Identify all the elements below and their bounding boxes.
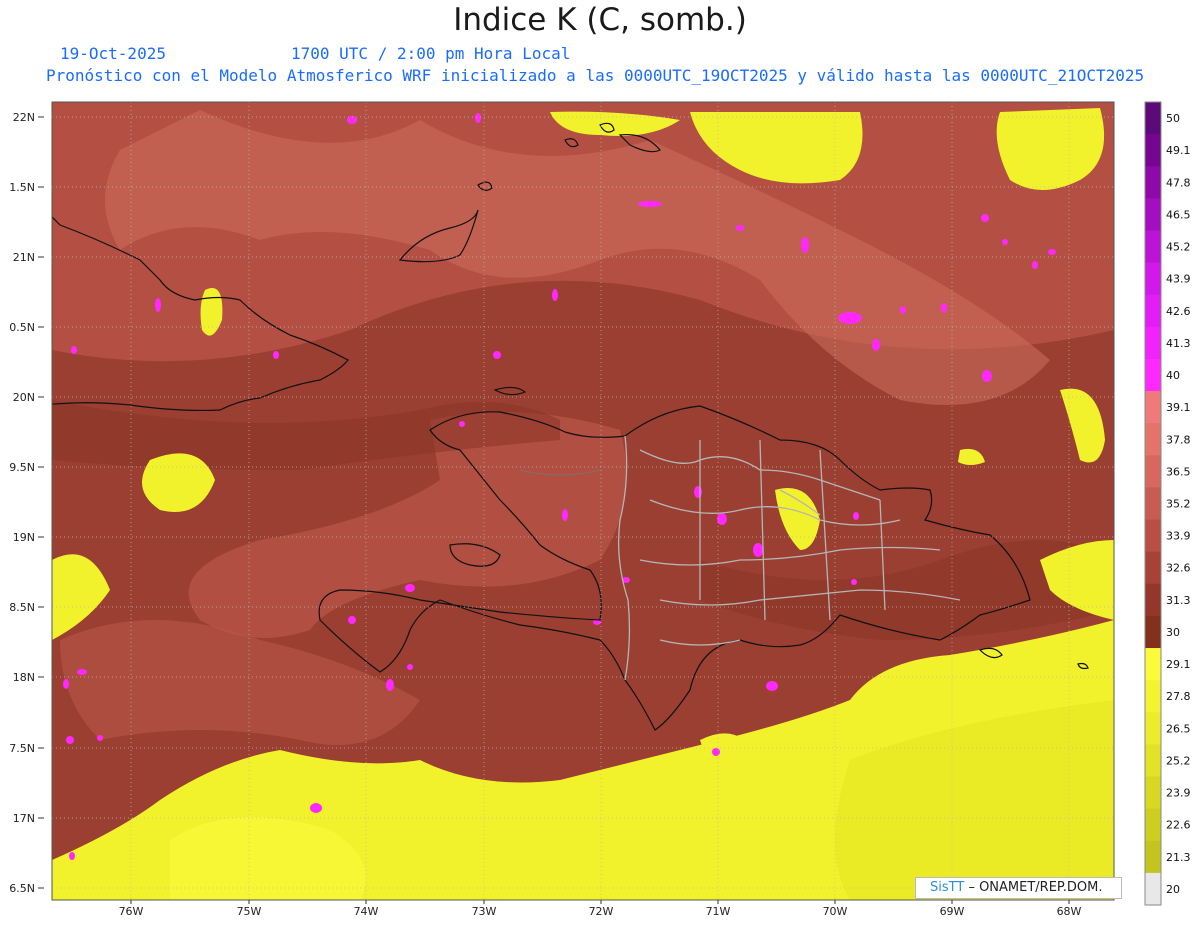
credit-text: – ONAMET/REP.DOM. xyxy=(968,880,1103,895)
colorbar: 50 49.1 47.8 46.5 45.2 43.9 42.6 41.3 40 39.1 37.8… xyxy=(1144,101,1191,906)
k-index-map: 22N 1.5N 21N 0.5N 20N 9.5N 19N 8.5N 18N … xyxy=(9,101,1191,918)
colorbar-label: 23.9 xyxy=(1166,787,1191,800)
lon-label: 75W xyxy=(237,905,262,918)
colorbar-swatch xyxy=(1145,808,1161,842)
map-field xyxy=(52,102,1114,900)
colorbar-swatch xyxy=(1145,358,1161,392)
colorbar-swatch xyxy=(1145,102,1161,135)
colorbar-swatch xyxy=(1145,391,1161,424)
lon-ticks xyxy=(130,900,1070,904)
colorbar-swatch xyxy=(1145,166,1161,199)
lat-label: 22N xyxy=(13,111,35,124)
colorbar-label: 27.8 xyxy=(1166,690,1191,703)
sistt-logo: SisTT xyxy=(930,880,965,895)
colorbar-label: 46.5 xyxy=(1166,208,1191,221)
colorbar-swatch xyxy=(1145,615,1161,649)
colorbar-label: 30 xyxy=(1166,626,1180,639)
lat-label: 7.5N xyxy=(9,742,35,755)
colorbar-label: 37.8 xyxy=(1166,433,1191,446)
lat-label: 9.5N xyxy=(9,461,35,474)
lon-label: 76W xyxy=(119,905,144,918)
colorbar-swatch xyxy=(1145,583,1161,617)
lat-axis: 22N 1.5N 21N 0.5N 20N 9.5N 19N 8.5N 18N … xyxy=(9,111,35,895)
lon-label: 69W xyxy=(940,905,965,918)
colorbar-label: 35.2 xyxy=(1166,498,1191,511)
colorbar-label: 26.5 xyxy=(1166,722,1191,735)
colorbar-label: 41.3 xyxy=(1166,337,1191,350)
colorbar-swatch xyxy=(1145,423,1161,456)
lon-label: 70W xyxy=(823,905,848,918)
colorbar-label: 50 xyxy=(1166,112,1180,125)
lat-label: 20N xyxy=(13,391,35,404)
lon-label: 72W xyxy=(589,905,614,918)
colorbar-label: 29.1 xyxy=(1166,658,1191,671)
lon-label: 73W xyxy=(472,905,497,918)
colorbar-swatch xyxy=(1145,872,1161,906)
lat-label: 0.5N xyxy=(9,321,35,334)
lat-label: 8.5N xyxy=(9,601,35,614)
colorbar-label: 25.2 xyxy=(1166,754,1191,767)
colorbar-swatch xyxy=(1145,294,1161,328)
colorbar-label: 33.9 xyxy=(1166,530,1191,543)
colorbar-label: 47.8 xyxy=(1166,176,1191,189)
colorbar-swatch xyxy=(1145,198,1161,231)
colorbar-swatch xyxy=(1145,230,1161,264)
colorbar-swatch xyxy=(1145,455,1161,488)
colorbar-label: 42.6 xyxy=(1166,305,1191,318)
colorbar-swatch xyxy=(1145,744,1161,778)
lat-label: 21N xyxy=(13,251,35,264)
credit-box: SisTT – ONAMET/REP.DOM. xyxy=(915,877,1122,899)
lat-label: 6.5N xyxy=(9,882,35,895)
lat-label: 17N xyxy=(13,812,35,825)
colorbar-label: 40 xyxy=(1166,369,1180,382)
colorbar-swatch xyxy=(1145,326,1161,360)
colorbar-swatch xyxy=(1145,648,1161,681)
lon-label: 74W xyxy=(354,905,379,918)
lon-axis: 76W 75W 74W 73W 72W 71W 70W 69W 68W xyxy=(119,905,1082,918)
colorbar-swatch xyxy=(1145,680,1161,713)
lon-label: 71W xyxy=(706,905,731,918)
colorbar-swatch xyxy=(1145,712,1161,745)
lon-label: 68W xyxy=(1057,905,1082,918)
colorbar-swatch xyxy=(1145,262,1161,296)
colorbar-label: 36.5 xyxy=(1166,465,1191,478)
colorbar-label: 49.1 xyxy=(1166,144,1191,157)
colorbar-swatch xyxy=(1145,551,1161,585)
lat-label: 18N xyxy=(13,671,35,684)
colorbar-label: 22.6 xyxy=(1166,819,1191,832)
colorbar-label: 31.3 xyxy=(1166,594,1191,607)
lat-label: 19N xyxy=(13,531,35,544)
colorbar-label: 32.6 xyxy=(1166,562,1191,575)
colorbar-swatch xyxy=(1145,487,1161,521)
colorbar-label: 20 xyxy=(1166,883,1180,896)
colorbar-label: 21.3 xyxy=(1166,851,1191,864)
colorbar-label: 39.1 xyxy=(1166,401,1191,414)
lat-ticks xyxy=(38,116,44,889)
colorbar-swatch xyxy=(1145,776,1161,810)
colorbar-label: 45.2 xyxy=(1166,241,1191,254)
colorbar-swatch xyxy=(1145,519,1161,553)
colorbar-swatch xyxy=(1145,134,1161,167)
colorbar-label: 43.9 xyxy=(1166,273,1191,286)
lat-label: 1.5N xyxy=(9,181,35,194)
colorbar-swatch xyxy=(1145,840,1161,874)
